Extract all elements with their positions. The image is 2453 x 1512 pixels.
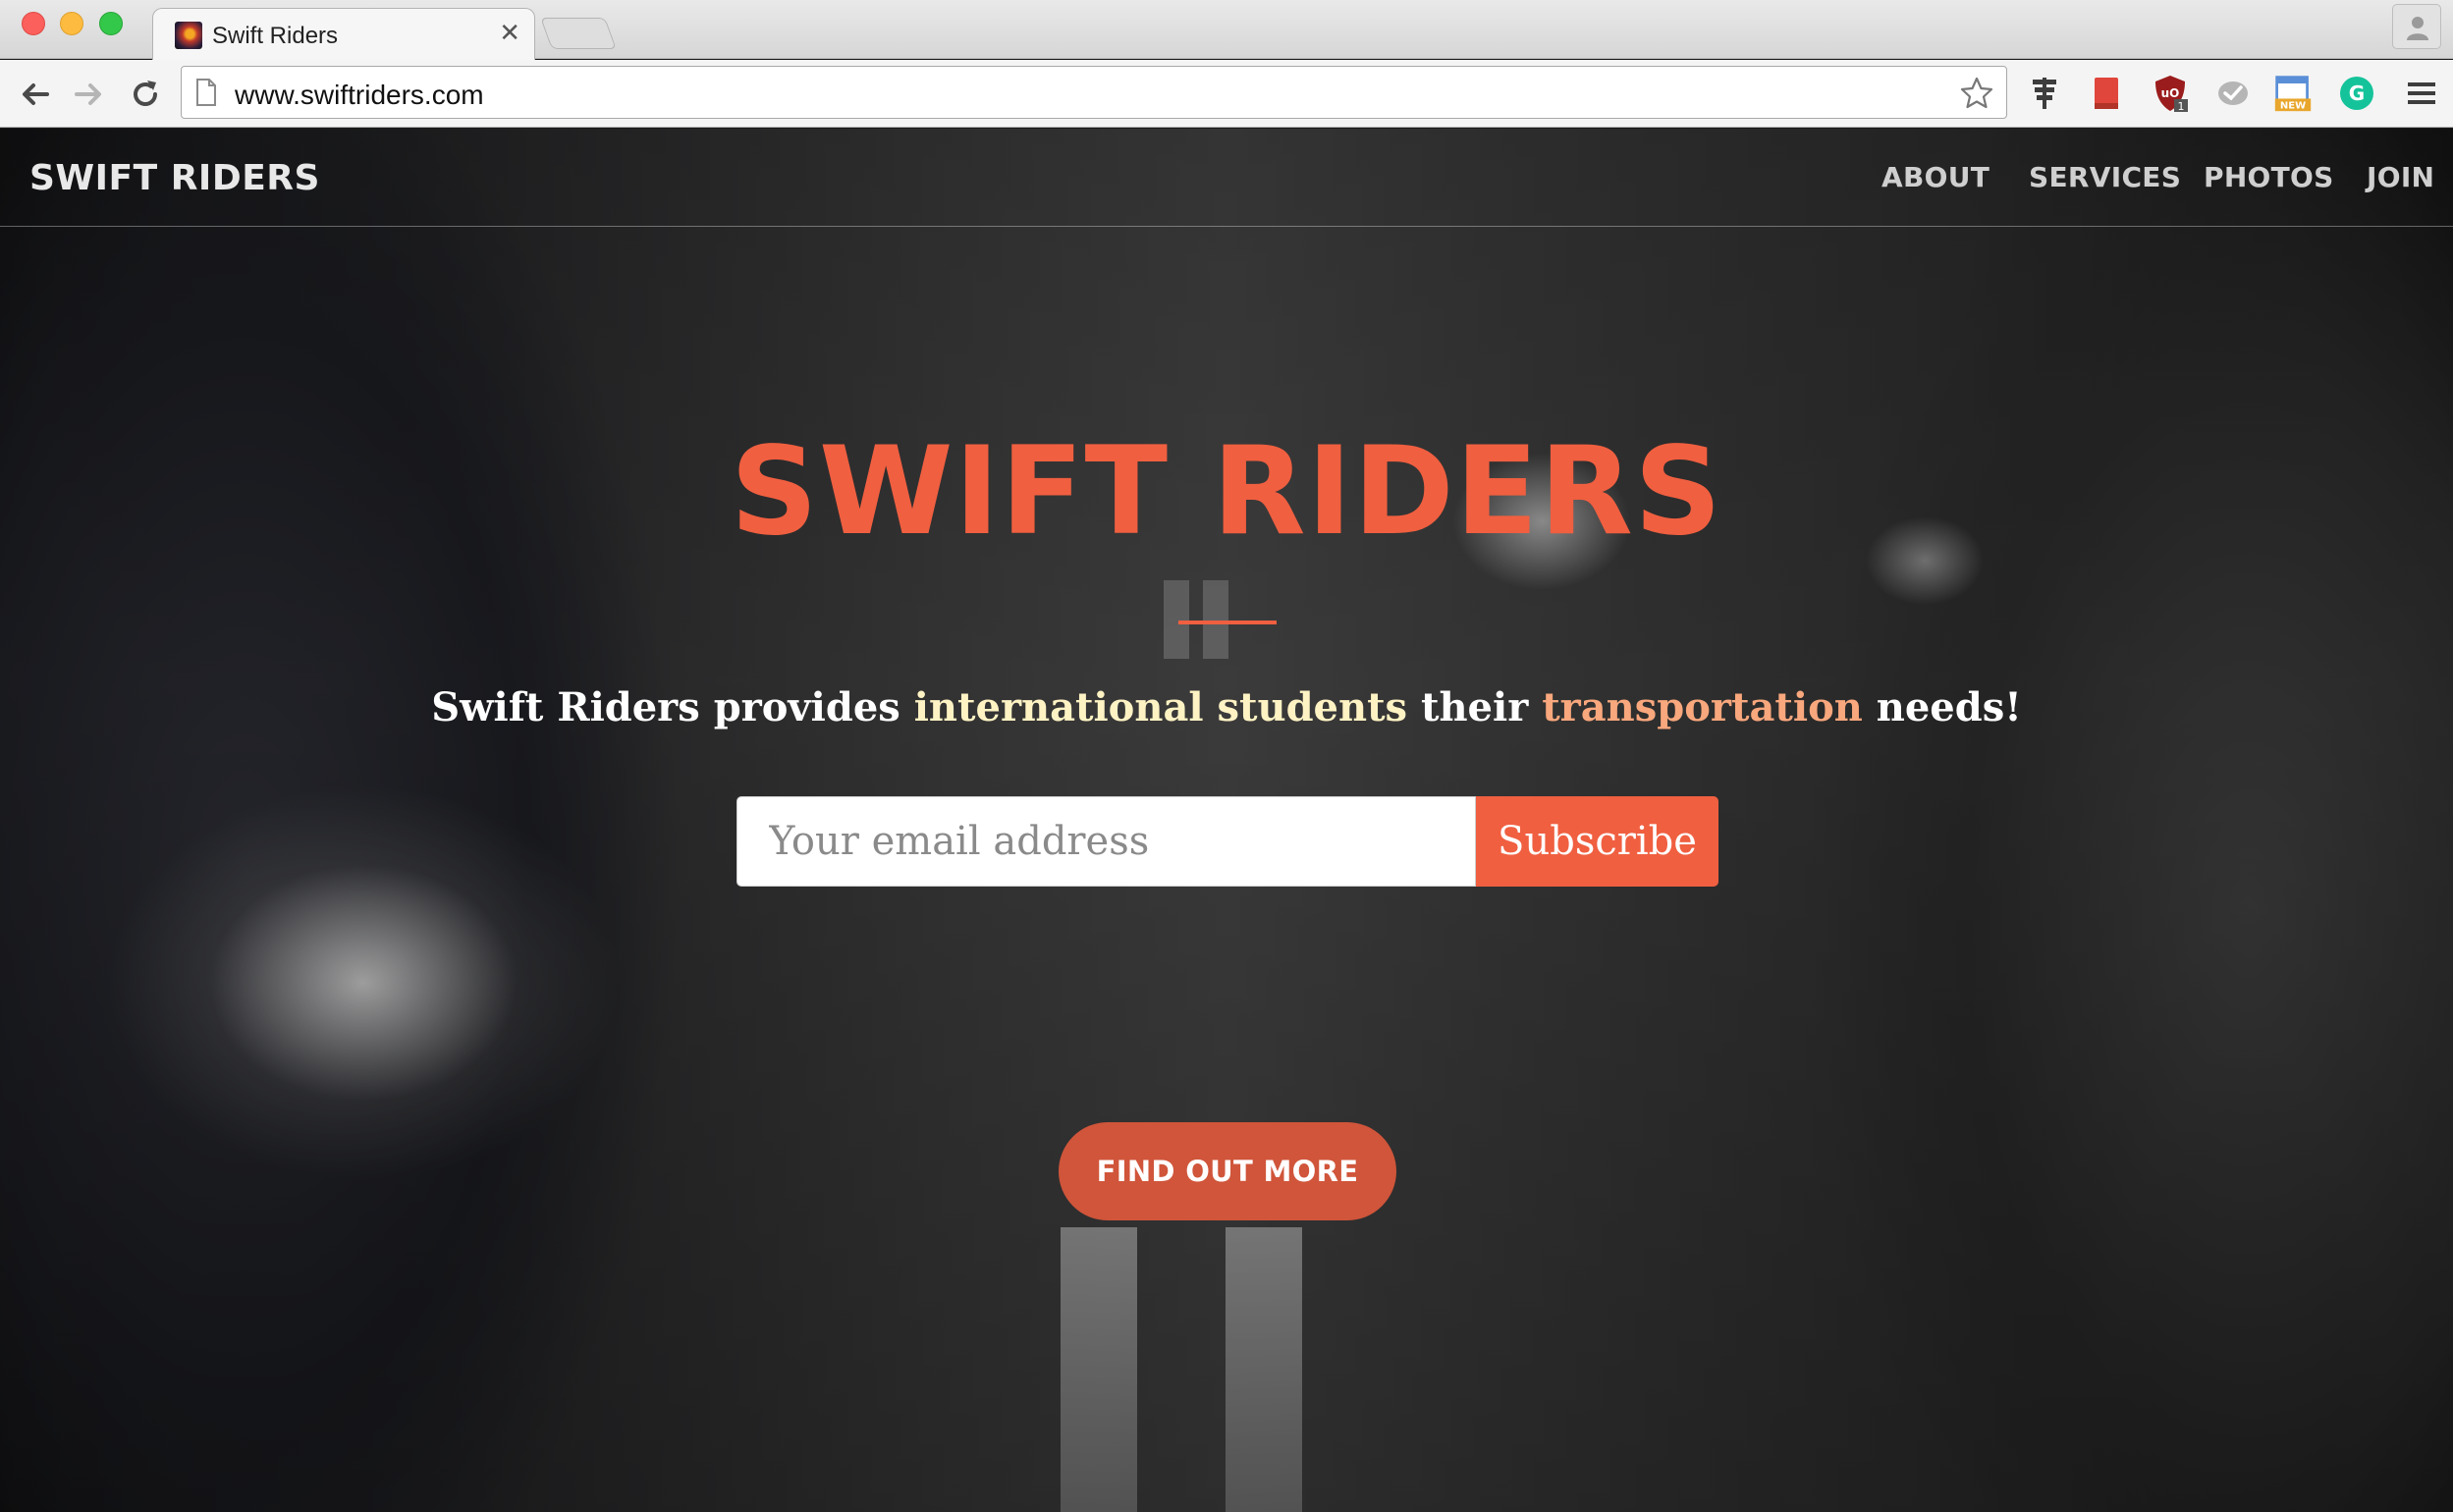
page-viewport: SWIFT RIDERS ABOUT SERVICES PHOTOS JOIN … xyxy=(0,129,2453,1512)
subscribe-form: Subscribe xyxy=(736,796,1718,887)
site-navbar: SWIFT RIDERS ABOUT SERVICES PHOTOS JOIN xyxy=(0,129,2453,227)
find-out-more-button[interactable]: FIND OUT MORE xyxy=(1059,1122,1396,1220)
svg-text:uO: uO xyxy=(2161,86,2180,100)
minimize-window-button[interactable] xyxy=(60,12,83,35)
profile-button[interactable] xyxy=(2392,4,2441,49)
reload-icon[interactable] xyxy=(128,77,163,112)
back-arrow-icon[interactable] xyxy=(18,77,53,112)
hero-tagline: Swift Riders provides international stud… xyxy=(0,684,2453,730)
browser-tab[interactable]: Swift Riders ✕ xyxy=(152,8,535,60)
tagline-highlight-students: international students xyxy=(913,684,1408,730)
svg-text:G: G xyxy=(2349,81,2365,105)
nav-link-join[interactable]: JOIN xyxy=(2367,161,2434,193)
hero-title: SWIFT RIDERS xyxy=(730,421,1723,563)
person-icon xyxy=(2407,17,2428,40)
tab-close-icon[interactable]: ✕ xyxy=(499,19,520,48)
address-bar[interactable]: www.swiftriders.com xyxy=(181,66,2007,119)
ublock-icon[interactable]: uO 1 xyxy=(2151,74,2190,113)
forward-arrow-icon[interactable] xyxy=(71,77,106,112)
nav-link-about[interactable]: ABOUT xyxy=(1881,161,1990,193)
browser-toolbar: www.swiftriders.com uO 1 NEW G xyxy=(0,60,2453,128)
page-icon xyxy=(196,79,216,106)
extension-pin-icon[interactable] xyxy=(2025,74,2064,113)
nav-link-photos[interactable]: PHOTOS xyxy=(2204,161,2334,193)
svg-text:1: 1 xyxy=(2178,100,2185,113)
grammarly-icon[interactable]: G xyxy=(2337,74,2376,113)
new-badge-icon[interactable]: NEW xyxy=(2273,74,2313,113)
browser-tabstrip: Swift Riders ✕ xyxy=(0,0,2453,60)
email-input[interactable] xyxy=(736,796,1476,887)
bookmark-red-icon[interactable] xyxy=(2087,74,2126,113)
hero-divider xyxy=(1178,621,1277,624)
zoom-window-button[interactable] xyxy=(99,12,123,35)
bookmark-star-icon[interactable] xyxy=(1959,76,1994,111)
tagline-text: their xyxy=(1407,684,1543,730)
close-window-button[interactable] xyxy=(22,12,45,35)
tagline-highlight-transportation: transportation xyxy=(1542,684,1863,730)
new-tab-button[interactable] xyxy=(540,18,617,49)
address-url[interactable]: www.swiftriders.com xyxy=(235,80,484,111)
site-favicon-icon xyxy=(175,22,202,49)
subscribe-button[interactable]: Subscribe xyxy=(1476,796,1718,887)
tagline-text: needs! xyxy=(1862,684,2022,730)
svg-text:NEW: NEW xyxy=(2280,100,2306,111)
tab-title: Swift Riders xyxy=(212,23,339,49)
check-circle-icon[interactable] xyxy=(2213,74,2253,113)
site-brand-link[interactable]: SWIFT RIDERS xyxy=(29,158,320,198)
tagline-text: Swift Riders provides xyxy=(431,684,914,730)
menu-icon[interactable] xyxy=(2402,74,2441,113)
nav-link-services[interactable]: SERVICES xyxy=(2029,161,2181,193)
